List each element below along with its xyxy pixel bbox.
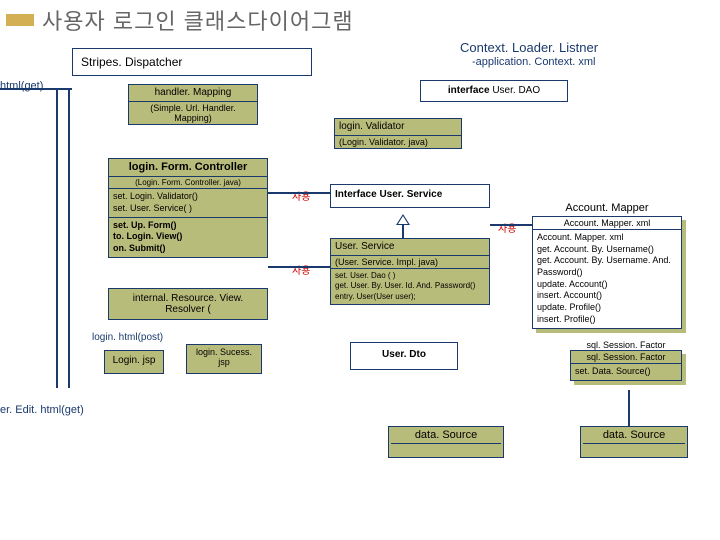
interface-user-dao-label: User. DAO bbox=[492, 85, 540, 96]
user-dto-label: User. Dto bbox=[382, 349, 426, 360]
user-service-sub: (User. Service. Impl. java) bbox=[331, 256, 489, 269]
use-label-1: 사용 bbox=[292, 188, 310, 203]
lfc-op3: set. Up. Form() bbox=[113, 220, 263, 232]
login-form-controller-ops1: set. Login. Validator() set. User. Servi… bbox=[109, 189, 267, 217]
line-html-to-dispatcher bbox=[0, 88, 72, 90]
am-op4: insert. Account() bbox=[537, 290, 677, 302]
use-label-2: 사용 bbox=[292, 262, 310, 277]
am-op0: Account. Mapper. xml bbox=[537, 232, 677, 244]
account-mapper-ops: Account. Mapper. xml get. Account. By. U… bbox=[533, 230, 681, 328]
line-us-to-am bbox=[490, 224, 532, 226]
inherit-arrow-icon bbox=[396, 214, 410, 225]
login-form-controller-box: login. Form. Controller (Login. Form. Co… bbox=[108, 158, 268, 258]
login-form-controller-title: login. Form. Controller bbox=[109, 159, 267, 177]
page-title: 사용자 로그인 클래스다이어그램 bbox=[42, 4, 354, 36]
lfc-op5: on. Submit() bbox=[113, 243, 263, 255]
line-left-vertical-2 bbox=[68, 88, 70, 388]
am-op5: update. Profile() bbox=[537, 302, 677, 314]
ssf-ops: set. Data. Source() bbox=[571, 364, 681, 380]
login-jsp-box: Login. jsp bbox=[104, 350, 164, 374]
data-source-right-label: data. Source bbox=[583, 429, 685, 444]
us-op1: set. User. Dao ( ) bbox=[335, 271, 485, 281]
line-lfc-to-us bbox=[268, 266, 330, 268]
account-mapper-sub: Account. Mapper. xml bbox=[533, 217, 681, 230]
sql-session-factory-box: sql. Session. Factor sql. Session. Facto… bbox=[570, 340, 682, 381]
data-source-left-label: data. Source bbox=[391, 429, 501, 444]
ssf-op0: set. Data. Source() bbox=[575, 366, 677, 378]
lfc-op4: to. Login. View() bbox=[113, 231, 263, 243]
am-op6: insert. Profile() bbox=[537, 314, 677, 326]
login-form-controller-sub: (Login. Form. Controller. java) bbox=[109, 177, 267, 189]
login-html-post-label: login. html(post) bbox=[92, 332, 163, 343]
inherit-line bbox=[402, 225, 404, 239]
login-validator-title: login. Validator bbox=[335, 119, 461, 136]
data-source-right-box: data. Source bbox=[580, 426, 688, 458]
ssf-inner: sql. Session. Factor set. Data. Source() bbox=[570, 350, 682, 381]
login-validator-box: login. Validator (Login. Validator. java… bbox=[334, 118, 462, 149]
title-accent-block bbox=[6, 14, 34, 26]
interface-user-dao-box: interface User. DAO bbox=[420, 80, 568, 102]
account-mapper-box: Account. Mapper Account. Mapper. xml Acc… bbox=[532, 200, 682, 329]
handler-mapping-box: handler. Mapping (Simple. Url. Handler. … bbox=[128, 84, 258, 125]
page-title-bar: 사용자 로그인 클래스다이어그램 bbox=[0, 4, 720, 36]
interface-user-service-box: Interface User. Service bbox=[330, 184, 490, 208]
account-mapper-heading: Account. Mapper bbox=[532, 200, 682, 216]
ssf-heading: sql. Session. Factor bbox=[570, 340, 682, 350]
login-validator-sub: (Login. Validator. java) bbox=[335, 136, 461, 148]
ssf-sub: sql. Session. Factor bbox=[571, 351, 681, 364]
am-op1: get. Account. By. Username() bbox=[537, 244, 677, 256]
login-success-jsp-box: login. Sucess. jsp bbox=[186, 344, 262, 374]
user-service-box: User. Service (User. Service. Impl. java… bbox=[330, 238, 490, 305]
login-success-jsp-label: login. Sucess. jsp bbox=[196, 347, 252, 367]
user-service-title: User. Service bbox=[331, 239, 489, 256]
us-op3: entry. User(User user); bbox=[335, 292, 485, 302]
use-label-3: 사용 bbox=[498, 220, 516, 235]
stripes-dispatcher-box: Stripes. Dispatcher bbox=[72, 48, 312, 76]
line-ssf-to-ds bbox=[628, 390, 630, 426]
account-mapper-inner: Account. Mapper. xml Account. Mapper. xm… bbox=[532, 216, 682, 329]
us-op2: get. User. By. User. Id. And. Password() bbox=[335, 281, 485, 291]
context-loader-sub: -application. Context. xml bbox=[472, 56, 596, 68]
interface-user-dao-prefix: interface bbox=[448, 85, 490, 96]
lfc-op2: set. User. Service( ) bbox=[113, 203, 263, 215]
internal-resource-view-resolver-box: internal. Resource. View. Resolver ( bbox=[108, 288, 268, 320]
user-dto-box: User. Dto bbox=[350, 342, 458, 370]
user-service-ops: set. User. Dao ( ) get. User. By. User. … bbox=[331, 269, 489, 304]
am-op3: update. Account() bbox=[537, 279, 677, 291]
login-jsp-label: Login. jsp bbox=[113, 355, 156, 366]
interface-user-service-label: Interface User. Service bbox=[335, 189, 442, 200]
handler-mapping-sub: (Simple. Url. Handler. Mapping) bbox=[129, 102, 257, 124]
am-op2: get. Account. By. Username. And. Passwor… bbox=[537, 255, 677, 278]
line-left-vertical bbox=[56, 88, 58, 388]
data-source-left-box: data. Source bbox=[388, 426, 504, 458]
login-form-controller-ops2: set. Up. Form() to. Login. View() on. Su… bbox=[109, 218, 267, 257]
line-lfc-to-ius bbox=[268, 192, 330, 194]
er-edit-get-label: er. Edit. html(get) bbox=[0, 404, 84, 416]
lfc-op1: set. Login. Validator() bbox=[113, 191, 263, 203]
stripes-dispatcher-label: Stripes. Dispatcher bbox=[81, 55, 182, 69]
handler-mapping-title: handler. Mapping bbox=[129, 85, 257, 102]
irvr-label: internal. Resource. View. Resolver ( bbox=[133, 293, 243, 315]
context-loader-title: Context. Loader. Listner bbox=[460, 40, 598, 55]
login-html-get-label: html(get) bbox=[0, 80, 43, 92]
